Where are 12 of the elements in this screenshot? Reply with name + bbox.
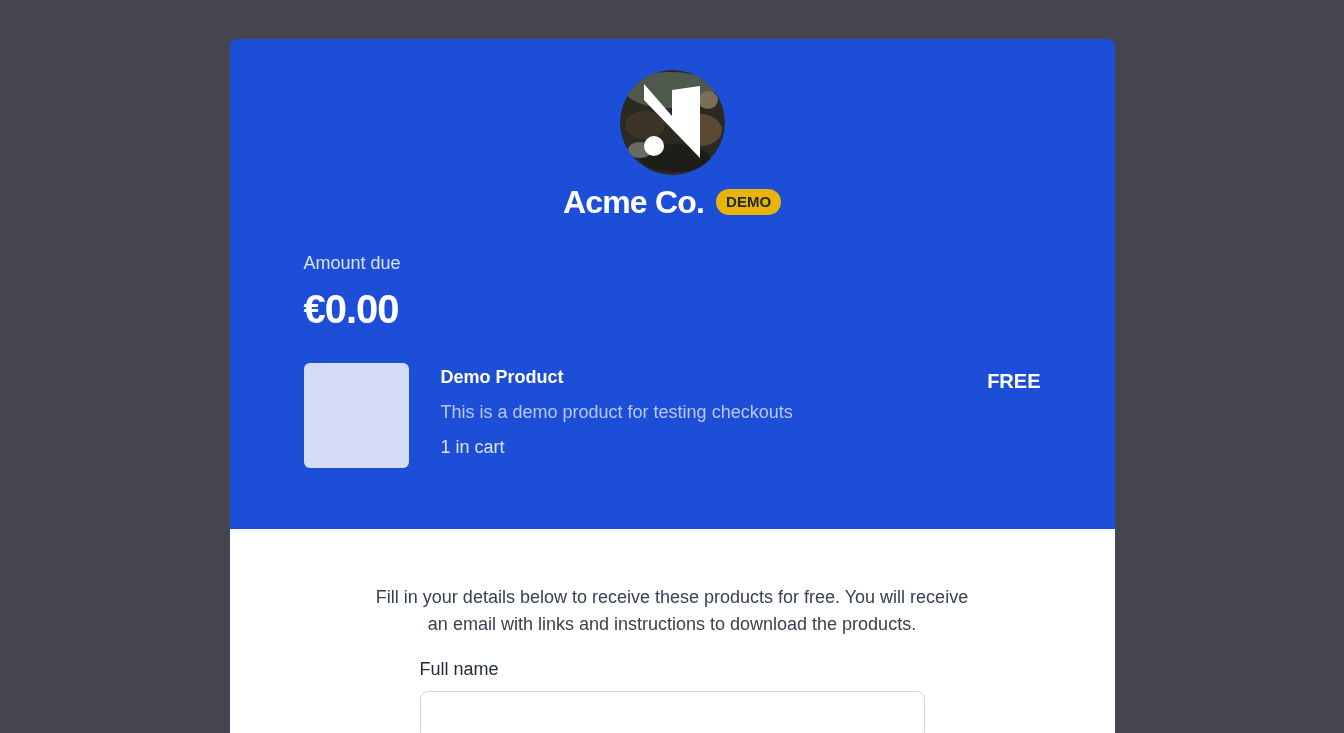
product-name: Demo Product <box>440 366 565 389</box>
intro-text: Fill in your details below to receive these products for free. You will receive an email with links and instructions to download the products. <box>374 586 970 636</box>
product-quantity: 1 in cart <box>440 436 506 459</box>
demo-badge: DEMO <box>716 188 782 216</box>
logo-icon <box>643 84 701 158</box>
field-label: Full name <box>419 658 500 681</box>
amount-label: Amount due <box>303 252 402 275</box>
amount-value: €0.00 <box>303 286 400 333</box>
product-description: This is a demo product for testing checkouts <box>440 401 794 424</box>
input-field[interactable] <box>419 691 925 733</box>
brand-name: Acme Co. <box>562 183 705 222</box>
product-price: FREE <box>987 369 1041 394</box>
